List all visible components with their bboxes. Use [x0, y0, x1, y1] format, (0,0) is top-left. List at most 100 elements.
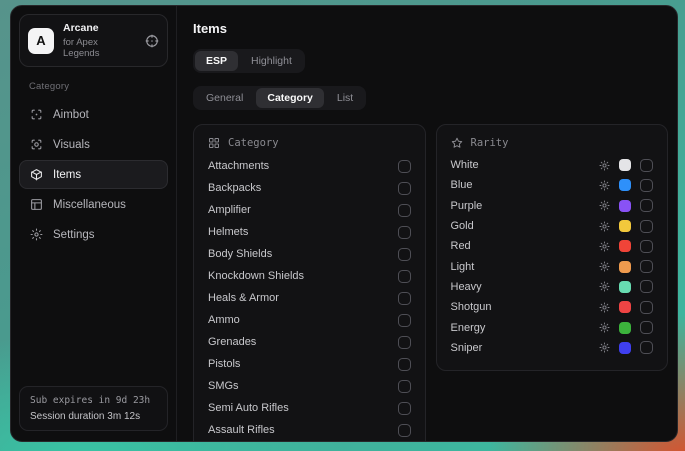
color-swatch[interactable] [619, 159, 631, 171]
rarity-row[interactable]: White [451, 155, 654, 175]
gear-icon [30, 228, 43, 241]
color-swatch[interactable] [619, 261, 631, 273]
gear-icon[interactable] [599, 302, 610, 313]
gear-icon[interactable] [599, 200, 610, 211]
mode-esp[interactable]: ESP [195, 51, 238, 71]
checkbox[interactable] [640, 321, 653, 334]
tab-list[interactable]: List [326, 88, 364, 108]
checkbox[interactable] [398, 292, 411, 305]
color-swatch[interactable] [619, 281, 631, 293]
checkbox[interactable] [640, 240, 653, 253]
rarity-row[interactable]: Light [451, 256, 654, 276]
category-panel-header: Category [208, 137, 411, 149]
color-swatch[interactable] [619, 322, 631, 334]
checkbox[interactable] [398, 424, 411, 437]
checkbox[interactable] [398, 160, 411, 173]
category-row-label: Body Shields [208, 248, 272, 260]
gear-icon[interactable] [599, 241, 610, 252]
tab-category[interactable]: Category [256, 88, 324, 108]
category-row[interactable]: Ammo [208, 309, 411, 331]
rarity-row[interactable]: Gold [451, 216, 654, 236]
checkbox[interactable] [398, 270, 411, 283]
category-row[interactable]: Attachments [208, 155, 411, 177]
category-row[interactable]: LMGs [208, 441, 411, 442]
rarity-row-label: Sniper [451, 342, 483, 354]
sidebar-item-settings[interactable]: Settings [19, 220, 168, 249]
checkbox[interactable] [640, 341, 653, 354]
checkbox[interactable] [640, 179, 653, 192]
sidebar-item-items[interactable]: Items [19, 160, 168, 189]
category-row[interactable]: Grenades [208, 331, 411, 353]
checkbox[interactable] [640, 199, 653, 212]
cube-icon [30, 168, 43, 181]
category-row-label: Heals & Armor [208, 292, 279, 304]
checkbox[interactable] [398, 248, 411, 261]
checkbox[interactable] [398, 380, 411, 393]
rarity-row[interactable]: Sniper [451, 338, 654, 358]
gear-icon[interactable] [599, 261, 610, 272]
category-row-label: Grenades [208, 336, 256, 348]
sidebar-item-visuals[interactable]: Visuals [19, 130, 168, 159]
category-row[interactable]: Backpacks [208, 177, 411, 199]
app-titles: Arcane for Apex Legends [63, 22, 136, 59]
checkbox[interactable] [398, 314, 411, 327]
target-icon[interactable] [145, 34, 159, 48]
checkbox[interactable] [640, 220, 653, 233]
sidebar-item-label: Aimbot [53, 109, 89, 121]
category-row[interactable]: SMGs [208, 375, 411, 397]
rarity-row[interactable]: Blue [451, 175, 654, 195]
gear-icon[interactable] [599, 180, 610, 191]
checkbox[interactable] [640, 260, 653, 273]
rarity-row[interactable]: Red [451, 236, 654, 256]
category-row[interactable]: Body Shields [208, 243, 411, 265]
color-swatch[interactable] [619, 240, 631, 252]
gear-icon[interactable] [599, 221, 610, 232]
tab-general[interactable]: General [195, 88, 254, 108]
gear-icon[interactable] [599, 281, 610, 292]
star-icon [451, 137, 463, 149]
rarity-row[interactable]: Energy [451, 317, 654, 337]
checkbox[interactable] [640, 159, 653, 172]
checkbox[interactable] [398, 182, 411, 195]
category-row[interactable]: Knockdown Shields [208, 265, 411, 287]
checkbox[interactable] [640, 280, 653, 293]
category-row-label: Backpacks [208, 182, 261, 194]
gear-icon[interactable] [599, 342, 610, 353]
category-row[interactable]: Heals & Armor [208, 287, 411, 309]
category-row[interactable]: Semi Auto Rifles [208, 397, 411, 419]
color-swatch[interactable] [619, 342, 631, 354]
mode-highlight[interactable]: Highlight [240, 51, 303, 71]
sidebar-item-aimbot[interactable]: Aimbot [19, 100, 168, 129]
rarity-row[interactable]: Purple [451, 196, 654, 216]
rarity-row[interactable]: Heavy [451, 277, 654, 297]
rarity-row-controls [599, 301, 653, 314]
rarity-row[interactable]: Shotgun [451, 297, 654, 317]
gear-icon[interactable] [599, 322, 610, 333]
color-swatch[interactable] [619, 200, 631, 212]
category-row-label: Knockdown Shields [208, 270, 304, 282]
rarity-panel-header: Rarity [451, 137, 654, 149]
color-swatch[interactable] [619, 179, 631, 191]
color-swatch[interactable] [619, 220, 631, 232]
checkbox[interactable] [398, 402, 411, 415]
rarity-rows: White Blue Purple Gold Red Light Heavy S… [451, 155, 654, 358]
category-row[interactable]: Pistols [208, 353, 411, 375]
rarity-row-label: Energy [451, 322, 486, 334]
category-row-label: Amplifier [208, 204, 251, 216]
category-row-label: Attachments [208, 160, 269, 172]
color-swatch[interactable] [619, 301, 631, 313]
category-row[interactable]: Helmets [208, 221, 411, 243]
checkbox[interactable] [398, 358, 411, 371]
rarity-row-controls [599, 159, 653, 172]
category-row[interactable]: Amplifier [208, 199, 411, 221]
rarity-row-label: White [451, 159, 479, 171]
checkbox[interactable] [398, 226, 411, 239]
sidebar-item-miscellaneous[interactable]: Miscellaneous [19, 190, 168, 219]
rarity-row-controls [599, 199, 653, 212]
checkbox[interactable] [398, 336, 411, 349]
gear-icon[interactable] [599, 160, 610, 171]
checkbox[interactable] [398, 204, 411, 217]
checkbox[interactable] [640, 301, 653, 314]
category-row[interactable]: Assault Rifles [208, 419, 411, 441]
panels: Category Attachments Backpacks Amplifier He… [193, 124, 668, 442]
